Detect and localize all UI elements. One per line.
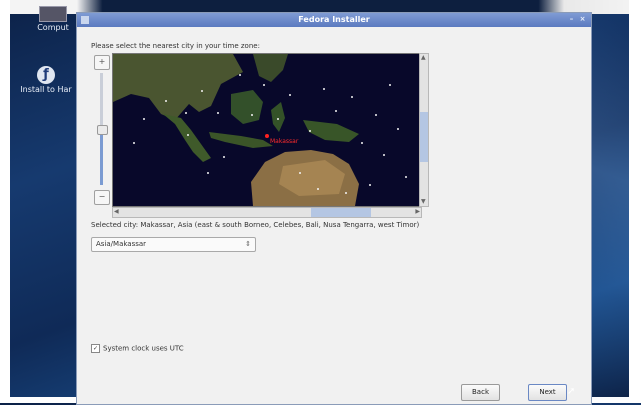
timezone-map[interactable]: Makassar: [112, 53, 420, 207]
map-zoom-control[interactable]: + −: [91, 55, 111, 220]
timezone-select[interactable]: Asia/Makassar ⇕: [91, 237, 256, 252]
selected-city-map-label: Makassar: [270, 138, 299, 145]
city-dot[interactable]: [277, 118, 279, 120]
zoom-in-button[interactable]: +: [94, 55, 110, 70]
install-icon: ƒ: [37, 66, 55, 84]
city-dot[interactable]: [207, 172, 209, 174]
city-dot[interactable]: [309, 130, 311, 132]
horizontal-scroll-thumb[interactable]: [311, 208, 371, 217]
city-dot[interactable]: [223, 156, 225, 158]
window-title: Fedora Installer: [298, 15, 370, 24]
city-dot[interactable]: [299, 172, 301, 174]
map-horizontal-scrollbar[interactable]: ◀ ▶: [112, 207, 422, 218]
city-dot[interactable]: [133, 142, 135, 144]
utc-checkbox-label: System clock uses UTC: [103, 344, 184, 353]
scroll-down-icon[interactable]: ▼: [421, 198, 426, 206]
city-dot[interactable]: [317, 188, 319, 190]
zoom-slider-thumb[interactable]: [97, 125, 108, 135]
city-dot[interactable]: [345, 192, 347, 194]
city-dot[interactable]: [185, 112, 187, 114]
city-dot[interactable]: [187, 134, 189, 136]
mouse-cursor-icon: ➚: [567, 386, 576, 397]
city-dot[interactable]: [201, 90, 203, 92]
utc-checkbox-row[interactable]: ✓ System clock uses UTC: [91, 344, 184, 353]
map-landmass: [113, 54, 359, 206]
city-dot[interactable]: [397, 128, 399, 130]
back-button[interactable]: Back: [461, 384, 500, 401]
city-dot[interactable]: [263, 84, 265, 86]
zoom-slider-fill: [100, 129, 103, 185]
minimize-icon[interactable]: –: [568, 16, 575, 23]
desktop-icon-label: Install to Har: [20, 85, 72, 94]
next-button[interactable]: Next: [528, 384, 567, 401]
city-dot[interactable]: [217, 112, 219, 114]
selected-city-marker[interactable]: [265, 134, 269, 138]
scroll-right-icon[interactable]: ▶: [415, 208, 420, 216]
city-dot[interactable]: [251, 114, 253, 116]
utc-checkbox[interactable]: ✓: [91, 344, 100, 353]
city-dot[interactable]: [405, 176, 407, 178]
city-dot[interactable]: [239, 74, 241, 76]
city-dot[interactable]: [383, 154, 385, 156]
select-arrows-icon: ⇕: [245, 240, 251, 248]
desktop-install-icon[interactable]: ƒ Install to Har: [16, 66, 76, 94]
city-dot[interactable]: [289, 94, 291, 96]
city-dot[interactable]: [361, 142, 363, 144]
scroll-left-icon[interactable]: ◀: [114, 208, 119, 216]
city-dot[interactable]: [335, 110, 337, 112]
screenshot-frame-right: [629, 0, 641, 403]
screenshot-frame-left: [0, 0, 10, 403]
city-dot[interactable]: [389, 84, 391, 86]
desktop-icon-label: Comput: [37, 23, 69, 32]
city-dot[interactable]: [143, 118, 145, 120]
installer-window: Fedora Installer – × Please select the n…: [76, 12, 592, 405]
city-dot[interactable]: [165, 100, 167, 102]
window-menu-icon[interactable]: [81, 16, 89, 24]
zoom-out-button[interactable]: −: [94, 190, 110, 205]
computer-icon: [39, 6, 67, 22]
timezone-prompt: Please select the nearest city in your t…: [91, 42, 260, 50]
city-dot[interactable]: [323, 88, 325, 90]
window-titlebar[interactable]: Fedora Installer – ×: [77, 13, 591, 27]
map-vertical-scrollbar[interactable]: ▲ ▼: [419, 53, 429, 207]
selected-city-text: Selected city: Makassar, Asia (east & so…: [91, 221, 420, 229]
scroll-up-icon[interactable]: ▲: [421, 54, 426, 62]
timezone-select-value: Asia/Makassar: [96, 240, 147, 248]
city-dot[interactable]: [369, 184, 371, 186]
vertical-scroll-thumb[interactable]: [420, 112, 428, 162]
city-dot[interactable]: [375, 114, 377, 116]
close-icon[interactable]: ×: [579, 16, 586, 23]
city-dot[interactable]: [351, 96, 353, 98]
desktop-computer-icon[interactable]: Comput: [34, 6, 72, 32]
